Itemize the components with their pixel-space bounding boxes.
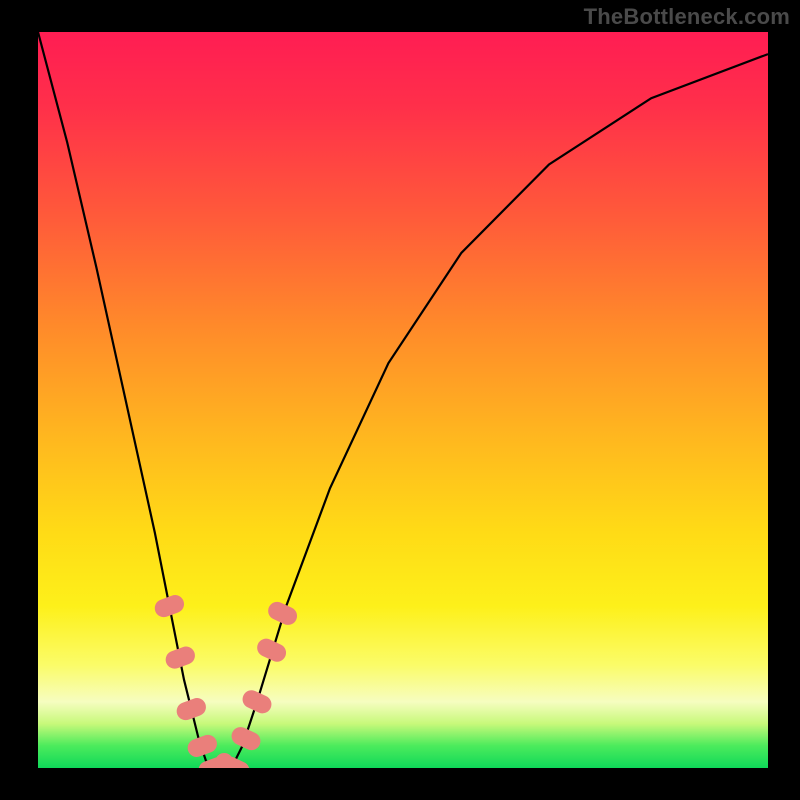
watermark-text: TheBottleneck.com [584,4,790,30]
highlight-bead [254,636,289,665]
highlight-bead [174,696,208,723]
highlight-bead [185,732,219,759]
highlight-bead [152,593,186,620]
highlight-bead [265,599,300,628]
bottleneck-curve-path [38,32,768,768]
highlight-bead [229,724,264,753]
chart-frame: TheBottleneck.com [0,0,800,800]
bottleneck-curve [38,32,768,768]
plot-area [38,32,768,768]
highlight-bead [163,644,197,671]
highlight-bead [240,687,275,716]
curves-layer [38,32,768,768]
highlight-beads-group [152,593,300,768]
